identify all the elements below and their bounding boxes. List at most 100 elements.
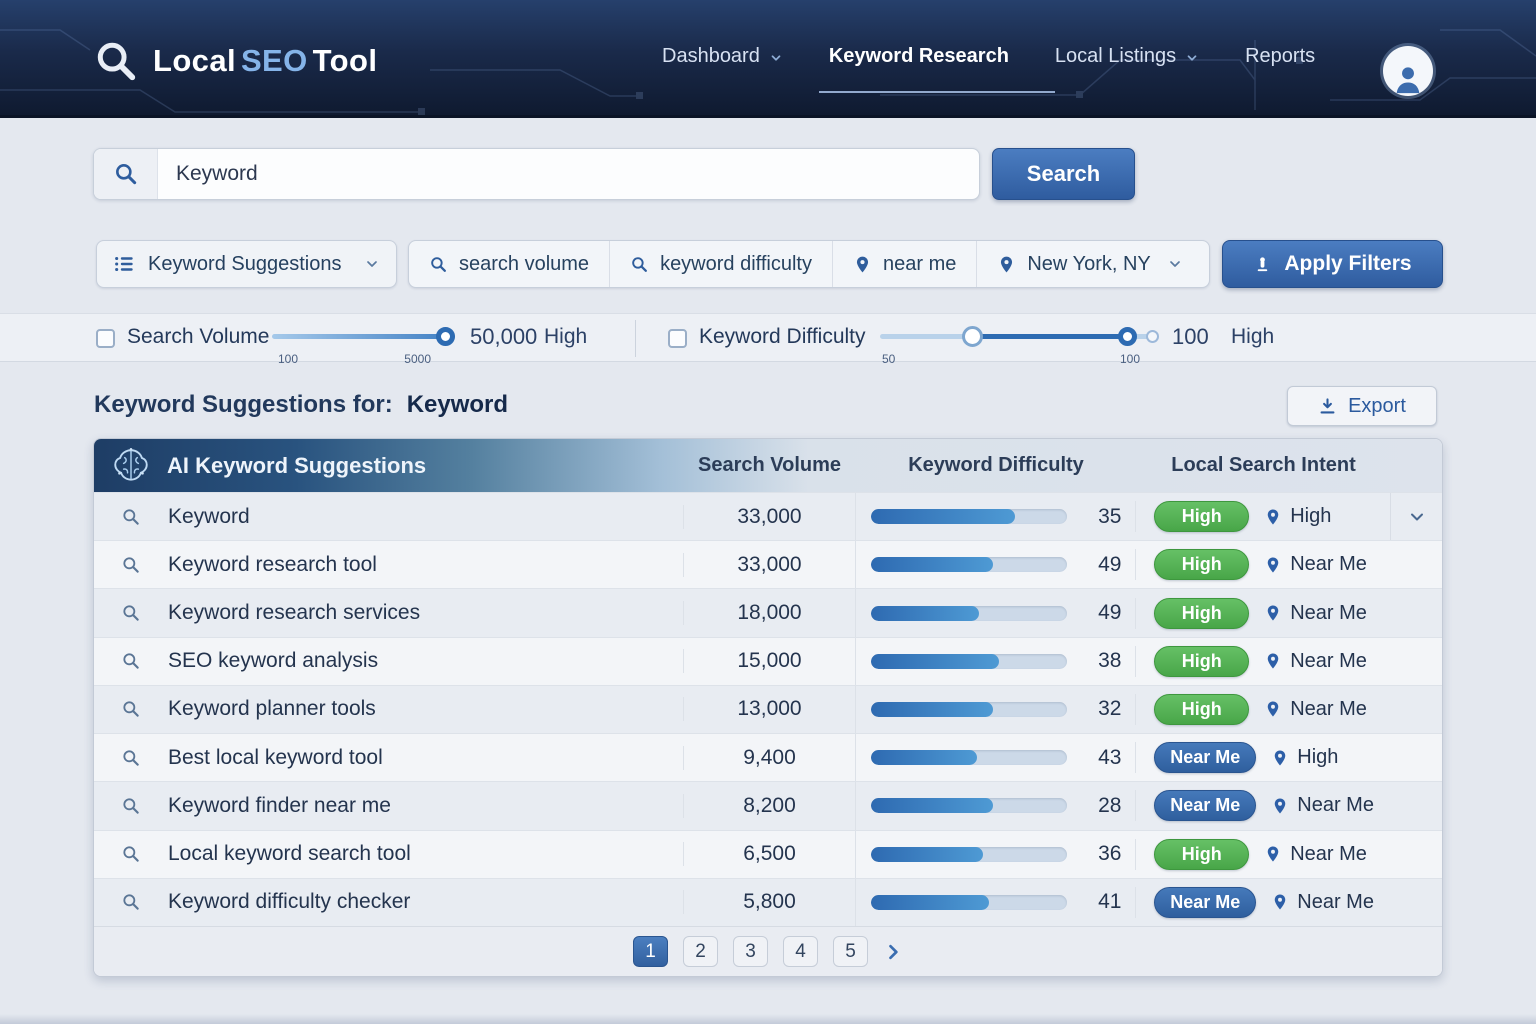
table-row[interactable]: Keyword planner tools 13,000 32 HighNear…	[94, 685, 1442, 733]
difficulty-max-handle[interactable]	[1118, 327, 1137, 346]
search-volume-cell: 15,000	[683, 649, 856, 673]
apply-filters-icon	[1253, 255, 1272, 274]
table-row[interactable]: Keyword 33,000 35 HighHigh	[94, 492, 1442, 540]
search-icon	[121, 699, 141, 719]
suggestions-type-dropdown[interactable]: Keyword Suggestions	[96, 240, 397, 288]
slider-track[interactable]	[272, 334, 455, 339]
intent-pin-label: Near Me	[1290, 602, 1367, 625]
expand-row-button[interactable]	[1390, 831, 1442, 878]
strip-divider	[635, 320, 636, 357]
table-row[interactable]: Keyword difficulty checker 5,800 41 Near…	[94, 878, 1442, 926]
location-pin-icon	[1264, 843, 1282, 865]
expand-row-button[interactable]	[1390, 734, 1442, 781]
page-button-5[interactable]: 5	[833, 936, 868, 967]
intent-badge: High	[1154, 549, 1249, 580]
search-volume-cell: 5,800	[683, 890, 856, 914]
ai-header: AI Keyword Suggestions	[94, 445, 683, 487]
search-volume-checkbox[interactable]	[96, 329, 115, 348]
search-volume-slider-label: Search Volume	[127, 325, 269, 349]
ai-brain-icon	[110, 445, 152, 487]
difficulty-bar	[871, 750, 1067, 765]
user-avatar[interactable]	[1383, 46, 1433, 96]
table-row[interactable]: Best local keyword tool 9,400 43 Near Me…	[94, 733, 1442, 781]
chevron-down-icon	[769, 51, 783, 65]
apply-filters-button[interactable]: Apply Filters	[1222, 240, 1443, 288]
export-button[interactable]: Export	[1287, 386, 1437, 426]
keyword-cell: Local keyword search tool	[168, 842, 411, 866]
search-volume-value: 50,000	[470, 324, 537, 350]
search-volume-cell: 33,000	[683, 505, 856, 529]
expand-row-button[interactable]	[1390, 589, 1442, 636]
intent-pin: Near Me	[1264, 650, 1367, 673]
nav-label: Local Listings	[1055, 45, 1176, 68]
search-volume-cell: 18,000	[683, 601, 856, 625]
page-button-1[interactable]: 1	[633, 936, 668, 967]
intent-badge: High	[1154, 839, 1249, 870]
table-header: AI Keyword Suggestions Search Volume Key…	[94, 439, 1442, 492]
keyword-search-input[interactable]	[158, 149, 979, 199]
page-button-4[interactable]: 4	[783, 936, 818, 967]
search-icon	[121, 796, 141, 816]
location-pin-icon	[1271, 795, 1289, 817]
column-header-keyword-difficulty: Keyword Difficulty	[856, 454, 1136, 477]
intent-badge: High	[1154, 598, 1249, 629]
table-row[interactable]: Keyword research services 18,000 49 High…	[94, 588, 1442, 636]
search-icon	[121, 892, 141, 912]
difficulty-bar	[871, 606, 1067, 621]
search-volume-slider-handle[interactable]	[436, 327, 455, 346]
nav-item-reports[interactable]: Reports	[1245, 45, 1315, 68]
location-pin-icon	[1264, 650, 1282, 672]
keyword-suggestions-table: AI Keyword Suggestions Search Volume Key…	[93, 438, 1443, 977]
difficulty-value: 49	[1083, 553, 1121, 577]
nav-item-keyword-research[interactable]: Keyword Research	[829, 45, 1009, 68]
expand-row-button[interactable]	[1390, 782, 1442, 829]
download-icon	[1318, 397, 1337, 416]
expand-row-button[interactable]	[1390, 541, 1442, 588]
intent-pin: Near Me	[1271, 794, 1374, 817]
expand-row-button[interactable]	[1390, 686, 1442, 733]
chevron-down-icon	[364, 256, 380, 272]
location-pin-icon	[1264, 506, 1282, 528]
difficulty-value: 43	[1083, 746, 1121, 770]
chip-label: New York, NY	[1027, 253, 1150, 276]
filter-chip-near-me[interactable]: near me	[833, 241, 977, 287]
nav-item-dashboard[interactable]: Dashboard	[662, 45, 783, 68]
keyword-difficulty-slider[interactable]: 50 100	[880, 326, 1155, 352]
nav-item-local-listings[interactable]: Local Listings	[1055, 45, 1199, 68]
app-logo[interactable]: LocalSEOTool	[93, 38, 377, 84]
filter-chip-group: search volume keyword difficulty near me…	[408, 240, 1210, 288]
table-row[interactable]: Keyword research tool 33,000 49 HighNear…	[94, 540, 1442, 588]
search-button[interactable]: Search	[992, 148, 1135, 200]
filter-chip-keyword-difficulty[interactable]: keyword difficulty	[610, 241, 833, 287]
table-row[interactable]: Keyword finder near me 8,200 28 Near MeN…	[94, 781, 1442, 829]
filter-chip-location[interactable]: New York, NY	[977, 241, 1209, 287]
page-button-2[interactable]: 2	[683, 936, 718, 967]
search-volume-level: High	[544, 325, 587, 349]
dropdown-label: Keyword Suggestions	[148, 253, 341, 276]
expand-row-button[interactable]	[1390, 638, 1442, 685]
intent-pin: Near Me	[1264, 698, 1367, 721]
filter-chip-search-volume[interactable]: search volume	[409, 241, 610, 287]
table-row[interactable]: SEO keyword analysis 15,000 38 HighNear …	[94, 637, 1442, 685]
search-volume-slider[interactable]: 100 5000	[272, 326, 455, 352]
difficulty-value: 28	[1083, 794, 1121, 818]
search-icon	[94, 149, 158, 199]
expand-row-button[interactable]	[1390, 879, 1442, 926]
chevron-down-icon	[1407, 507, 1427, 527]
expand-row-button[interactable]	[1390, 493, 1442, 540]
difficulty-min-handle[interactable]	[962, 326, 983, 347]
chevron-right-icon	[883, 942, 903, 962]
search-volume-cell: 8,200	[683, 794, 856, 818]
slider-min-label: 100	[278, 352, 298, 366]
table-row[interactable]: Local keyword search tool 6,500 36 HighN…	[94, 830, 1442, 878]
intent-pin-label: Near Me	[1290, 843, 1367, 866]
intent-badge: High	[1154, 646, 1249, 677]
page-button-3[interactable]: 3	[733, 936, 768, 967]
location-pin-icon	[1264, 554, 1282, 576]
slider-max-label: 100	[1120, 352, 1140, 366]
keyword-difficulty-checkbox[interactable]	[668, 329, 687, 348]
app-title: LocalSEOTool	[153, 43, 377, 79]
intent-pin-label: Near Me	[1290, 553, 1367, 576]
next-page-button[interactable]	[883, 942, 903, 962]
intent-pin-label: Near Me	[1290, 650, 1367, 673]
